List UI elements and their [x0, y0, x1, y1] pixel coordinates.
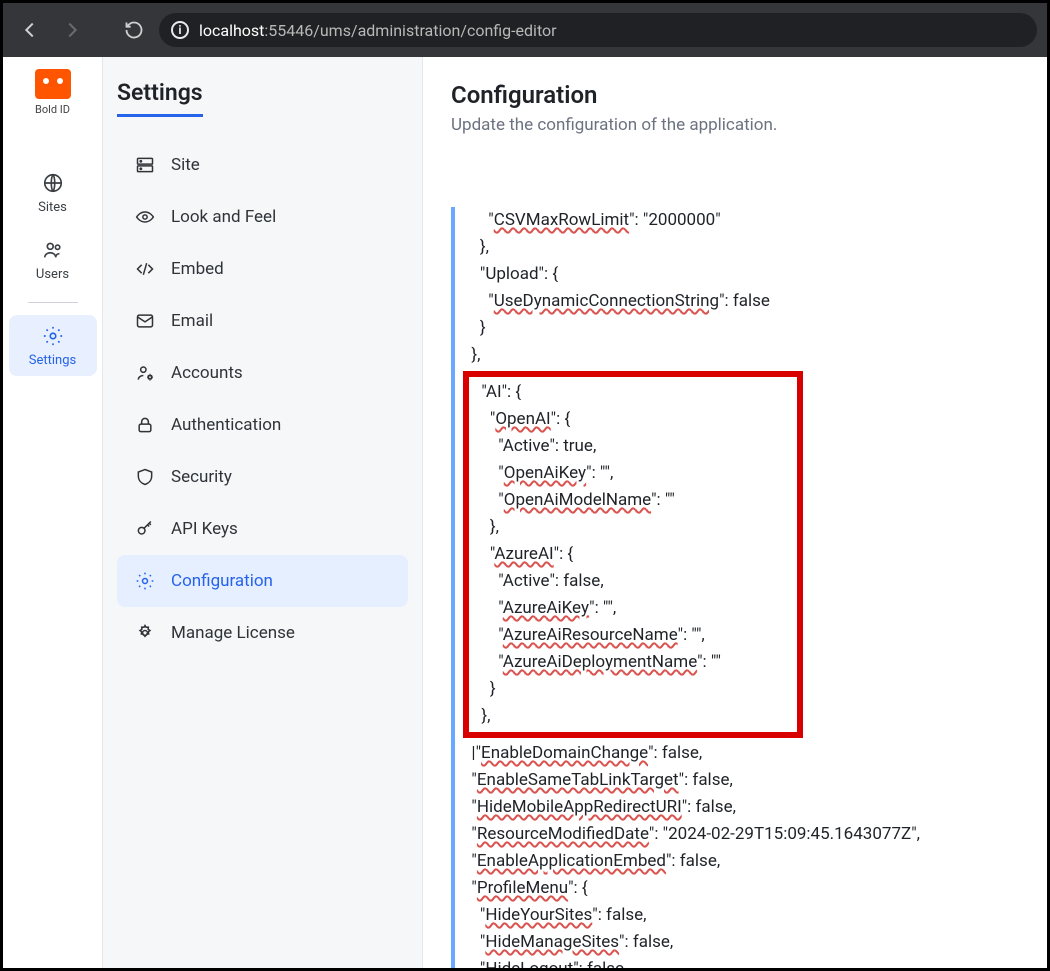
sidebar-label: Email [171, 311, 213, 331]
back-button[interactable] [13, 13, 47, 47]
gear-icon [135, 623, 155, 643]
reload-button[interactable] [117, 13, 151, 47]
sidebar-label: Security [171, 467, 232, 487]
sidebar-item-authentication[interactable]: Authentication [117, 399, 408, 451]
sidebar-item-embed[interactable]: Embed [117, 243, 408, 295]
gear-icon [135, 571, 155, 591]
mail-icon [135, 311, 155, 331]
rail-item-users[interactable]: Users [9, 229, 97, 290]
browser-chrome: i localhost:55446/ums/administration/con… [3, 3, 1047, 57]
sidebar-item-manage-license[interactable]: Manage License [117, 607, 408, 659]
sidebar-item-security[interactable]: Security [117, 451, 408, 503]
sidebar-item-look-and-feel[interactable]: Look and Feel [117, 191, 408, 243]
rail-label-settings: Settings [29, 353, 76, 368]
sidebar-item-accounts[interactable]: Accounts [117, 347, 408, 399]
url-text: localhost:55446/ums/administration/confi… [199, 21, 557, 40]
page-title: Configuration [451, 81, 1019, 109]
sidebar-label: Site [171, 155, 200, 175]
settings-sidebar: Settings Site Look and Feel Embed Email … [103, 57, 423, 968]
address-bar[interactable]: i localhost:55446/ums/administration/con… [159, 13, 1037, 47]
sidebar-label: Authentication [171, 415, 281, 435]
page-subtitle: Update the configuration of the applicat… [451, 115, 1019, 135]
sidebar-label: Configuration [171, 571, 273, 591]
key-icon [135, 519, 155, 539]
sidebar-label: Look and Feel [171, 207, 276, 227]
rail-divider [28, 302, 78, 303]
nav-rail: Bold ID Sites Users Settings [3, 57, 103, 968]
user-gear-icon [135, 363, 155, 383]
sidebar-label: Accounts [171, 363, 243, 383]
sidebar-item-site[interactable]: Site [117, 139, 408, 191]
sidebar-item-configuration[interactable]: Configuration [117, 555, 408, 607]
server-icon [135, 155, 155, 175]
sidebar-label: API Keys [171, 519, 238, 539]
lock-icon [135, 415, 155, 435]
rail-label-users: Users [36, 267, 69, 282]
config-editor[interactable]: "CSVMaxRowLimit": "2000000" }, "Upload":… [451, 207, 1019, 968]
rail-item-settings[interactable]: Settings [9, 315, 97, 376]
brand: Bold ID [35, 69, 71, 126]
brand-label: Bold ID [35, 103, 70, 116]
sidebar-title: Settings [117, 79, 203, 117]
code-icon [135, 259, 155, 279]
main-content: Configuration Update the configuration o… [423, 57, 1047, 968]
sidebar-item-email[interactable]: Email [117, 295, 408, 347]
brand-logo-icon [35, 69, 71, 99]
site-info-icon[interactable]: i [171, 21, 189, 39]
rail-item-sites[interactable]: Sites [9, 162, 97, 223]
sidebar-label: Embed [171, 259, 224, 279]
forward-button[interactable] [55, 13, 89, 47]
shield-icon [135, 467, 155, 487]
sidebar-item-api-keys[interactable]: API Keys [117, 503, 408, 555]
ai-config-highlight: "AI": { "OpenAI": { "Active": true, "Ope… [463, 371, 803, 738]
rail-label-sites: Sites [38, 200, 67, 215]
eye-icon [135, 207, 155, 227]
sidebar-label: Manage License [171, 623, 295, 643]
